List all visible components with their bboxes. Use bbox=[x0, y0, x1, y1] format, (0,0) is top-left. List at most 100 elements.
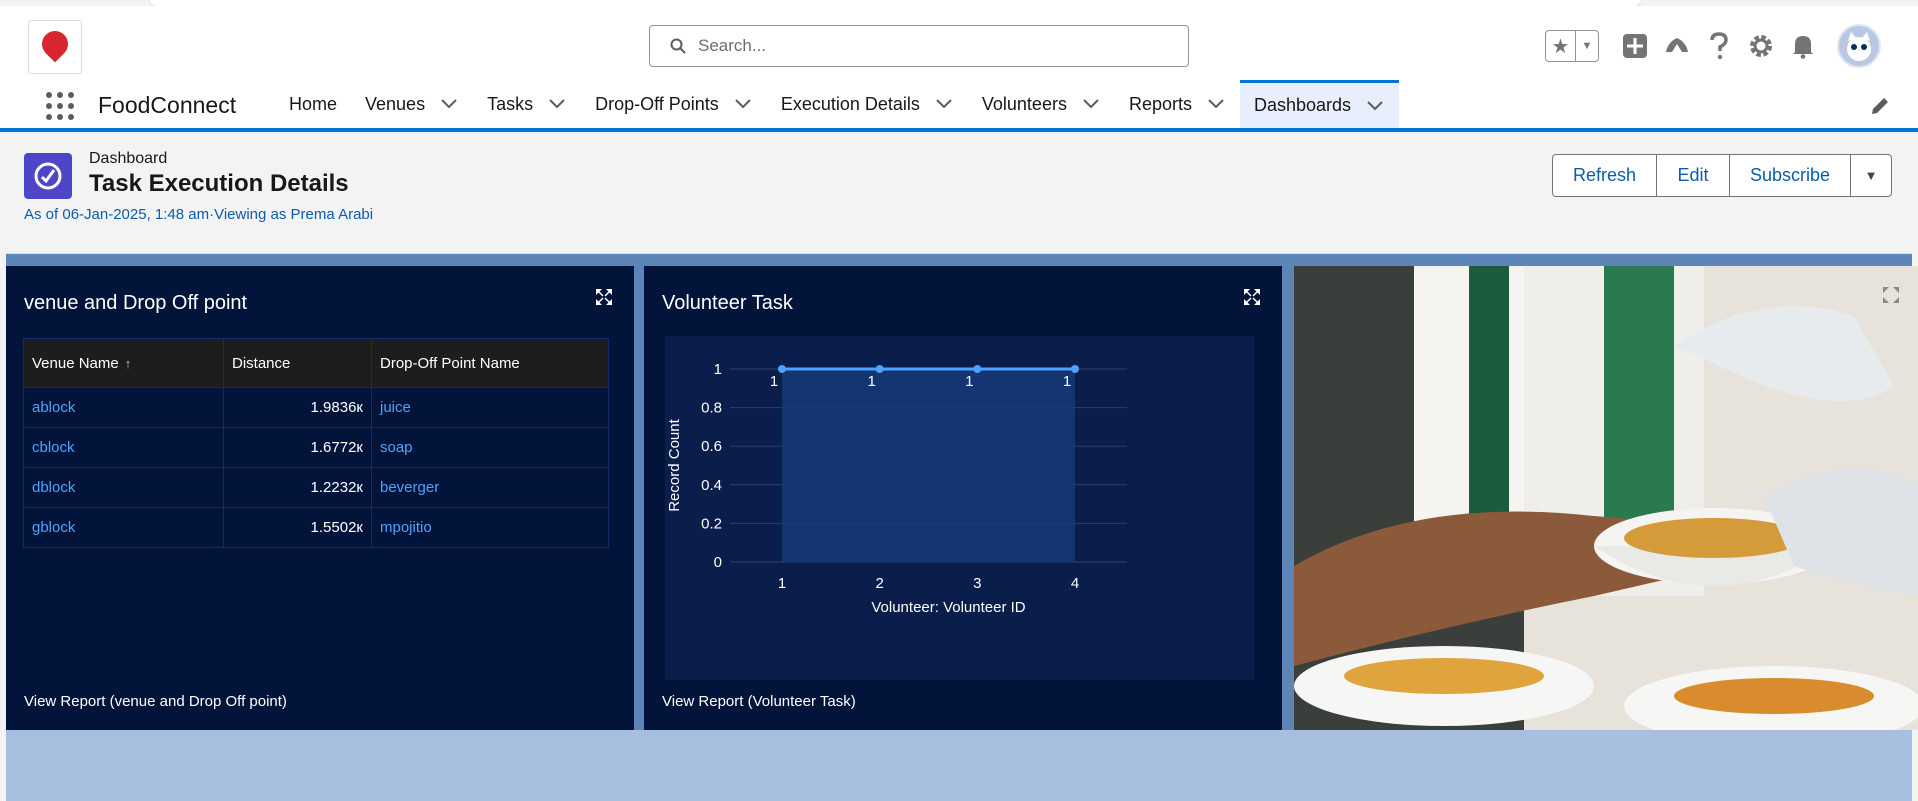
data-label: 1 bbox=[867, 373, 875, 390]
location-pin-icon bbox=[36, 25, 74, 63]
tab-dashboards[interactable]: Dashboards bbox=[1239, 80, 1400, 128]
food-photo bbox=[1294, 266, 1918, 730]
chevron-down-icon[interactable] bbox=[547, 94, 567, 114]
avatar[interactable] bbox=[1837, 24, 1881, 68]
x-tick-label: 1 bbox=[778, 575, 786, 592]
app-logo[interactable] bbox=[28, 20, 82, 74]
app-launcher-icon[interactable] bbox=[44, 90, 76, 122]
app-navigation-bar: FoodConnect Home Venues Tasks Drop-Off P… bbox=[0, 80, 1918, 132]
more-actions-button[interactable]: ▼ bbox=[1850, 154, 1892, 197]
view-report-link[interactable]: View Report (venue and Drop Off point) bbox=[24, 693, 287, 710]
column-header[interactable]: Venue Name ↑ bbox=[23, 338, 224, 388]
chevron-down-icon[interactable]: ▼ bbox=[1576, 40, 1598, 52]
global-header: Search... ★ ▼ bbox=[0, 6, 1918, 84]
help-icon[interactable] bbox=[1705, 32, 1733, 60]
tab-volunteers[interactable]: Volunteers bbox=[968, 80, 1115, 128]
add-icon[interactable] bbox=[1621, 32, 1649, 60]
dashboard-header: Dashboard Task Execution Details As of 0… bbox=[6, 136, 1912, 254]
tab-label: Volunteers bbox=[981, 93, 1067, 114]
chevron-down-icon[interactable] bbox=[934, 94, 954, 114]
trailhead-icon[interactable] bbox=[1663, 32, 1691, 60]
column-header[interactable]: Drop-Off Point Name bbox=[371, 338, 609, 388]
header-utility-icons: ★ ▼ bbox=[1545, 24, 1881, 68]
table-row: ablock 1.9836к juice bbox=[23, 387, 609, 428]
tab-label: Tasks bbox=[487, 93, 534, 114]
chevron-down-icon[interactable] bbox=[733, 94, 753, 114]
data-table: Venue Name ↑ Distance Drop-Off Point Name… bbox=[23, 338, 609, 548]
expand-icon[interactable] bbox=[595, 288, 613, 306]
chevron-down-icon[interactable] bbox=[1365, 96, 1385, 116]
expand-icon[interactable] bbox=[1882, 286, 1900, 304]
data-point[interactable] bbox=[875, 365, 884, 373]
tab-execution-details[interactable]: Execution Details bbox=[767, 80, 968, 128]
data-point[interactable] bbox=[1071, 365, 1079, 373]
tab-label: Home bbox=[289, 93, 338, 114]
y-tick-label: 1 bbox=[714, 361, 722, 378]
nav-tabs: Home Venues Tasks Drop-Off Points Execut… bbox=[275, 80, 1400, 128]
distance-value: 1.6772к bbox=[223, 427, 372, 468]
app-name: FoodConnect bbox=[98, 92, 237, 118]
y-axis-title: Record Count bbox=[666, 418, 683, 511]
tab-reports[interactable]: Reports bbox=[1115, 80, 1240, 128]
expand-icon[interactable] bbox=[1243, 288, 1261, 306]
drop-off-link[interactable]: soap bbox=[371, 427, 609, 468]
table-widget: venue and Drop Off point Venue Name ↑ Dis… bbox=[6, 266, 634, 730]
tab-label: Venues bbox=[365, 93, 426, 114]
y-tick-label: 0.4 bbox=[701, 477, 722, 494]
data-point[interactable] bbox=[778, 365, 786, 373]
star-icon[interactable]: ★ bbox=[1546, 31, 1576, 61]
tab-label: Reports bbox=[1128, 93, 1192, 114]
x-tick-label: 4 bbox=[1071, 575, 1079, 592]
view-report-link[interactable]: View Report (Volunteer Task) bbox=[662, 693, 856, 710]
data-point[interactable] bbox=[973, 365, 982, 373]
bell-icon[interactable] bbox=[1789, 32, 1817, 60]
chevron-down-icon[interactable] bbox=[1206, 94, 1226, 114]
tab-label: Dashboards bbox=[1253, 95, 1352, 115]
edit-nav-icon[interactable] bbox=[1870, 96, 1890, 116]
search-placeholder: Search... bbox=[698, 36, 767, 55]
y-tick-label: 0.2 bbox=[701, 515, 722, 532]
drop-off-link[interactable]: mpojitio bbox=[371, 507, 609, 548]
edit-button[interactable]: Edit bbox=[1656, 154, 1730, 197]
chevron-down-icon[interactable] bbox=[439, 94, 459, 114]
drop-off-link[interactable]: beverger bbox=[371, 467, 609, 508]
chart-area: 0 0.2 0.4 0.6 0.8 1 1 1 1 2 1 3 1 4 Volunteer: Volunte… bbox=[665, 336, 1254, 680]
y-tick-label: 0.6 bbox=[701, 438, 722, 455]
tab-drop-off-points[interactable]: Drop-Off Points bbox=[581, 80, 767, 128]
table-row: gblock 1.5502к mpojitio bbox=[23, 507, 609, 548]
chart-widget: Volunteer Task 0 0.2 0.4 0.6 0.8 1 1 1 1 2 1 3 1 4 Vol… bbox=[644, 266, 1282, 730]
tab-tasks[interactable]: Tasks bbox=[473, 80, 581, 128]
distance-value: 1.2232к bbox=[223, 467, 372, 508]
favorites-group[interactable]: ★ ▼ bbox=[1545, 30, 1599, 62]
data-label: 1 bbox=[1063, 373, 1071, 390]
object-type-label: Dashboard bbox=[89, 150, 168, 167]
area-fill bbox=[782, 369, 1075, 562]
venue-link[interactable]: cblock bbox=[23, 427, 224, 468]
table-row: dblock 1.2232к beverger bbox=[23, 467, 609, 508]
tab-home[interactable]: Home bbox=[275, 80, 351, 128]
search-input[interactable]: Search... bbox=[649, 25, 1189, 67]
dashboard-canvas: venue and Drop Off point Venue Name ↑ Dis… bbox=[6, 254, 1918, 801]
drop-off-link[interactable]: juice bbox=[371, 387, 609, 428]
venue-link[interactable]: ablock bbox=[23, 387, 224, 428]
table-header-row: Venue Name ↑ Distance Drop-Off Point Name bbox=[23, 338, 609, 388]
subscribe-button[interactable]: Subscribe bbox=[1729, 154, 1851, 197]
dashboard-icon bbox=[24, 153, 72, 199]
venue-link[interactable]: dblock bbox=[23, 467, 224, 508]
widget-title: venue and Drop Off point bbox=[24, 292, 248, 314]
venue-link[interactable]: gblock bbox=[23, 507, 224, 548]
chevron-down-icon[interactable] bbox=[1081, 94, 1101, 114]
y-tick-label: 0.8 bbox=[701, 400, 722, 417]
gear-icon[interactable] bbox=[1747, 32, 1775, 60]
x-axis-title: Volunteer: Volunteer ID bbox=[871, 599, 1025, 616]
page-title: Task Execution Details bbox=[89, 170, 349, 197]
widget-title: Volunteer Task bbox=[662, 292, 793, 314]
dashboard-meta: As of 06-Jan-2025, 1:48 am·Viewing as Pr… bbox=[24, 206, 374, 223]
distance-value: 1.5502к bbox=[223, 507, 372, 548]
tab-venues[interactable]: Venues bbox=[351, 80, 473, 128]
sort-ascending-icon[interactable]: ↑ bbox=[125, 356, 132, 371]
x-tick-label: 3 bbox=[973, 575, 981, 592]
column-header[interactable]: Distance bbox=[223, 338, 372, 388]
refresh-button[interactable]: Refresh bbox=[1552, 154, 1657, 197]
x-tick-label: 2 bbox=[875, 575, 883, 592]
